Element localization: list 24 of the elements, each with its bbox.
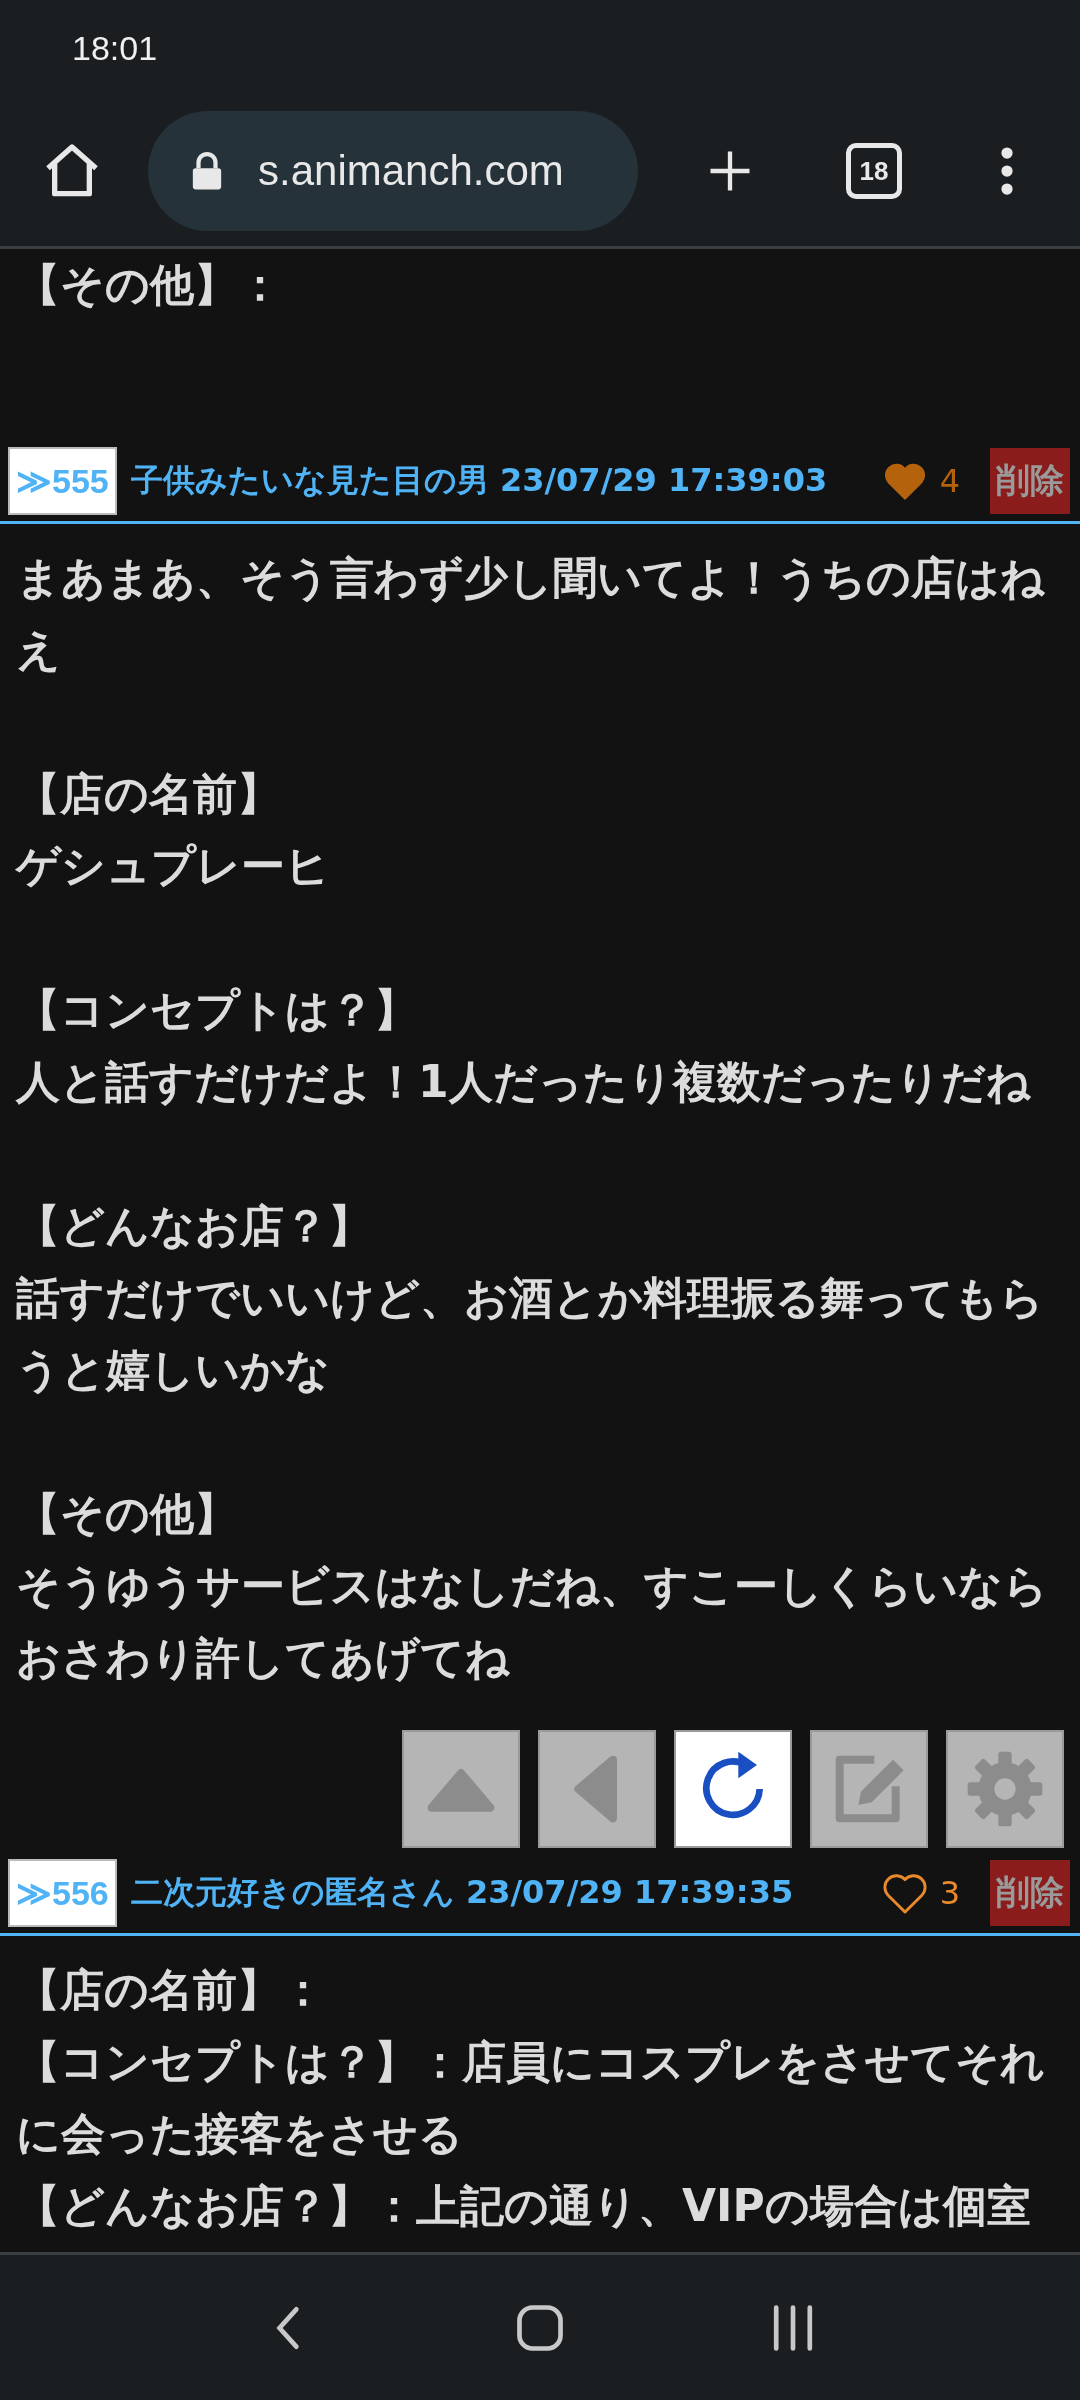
address-bar[interactable]: s.animanch.com bbox=[148, 111, 638, 231]
post-text: 人と話すだけだよ！1人だったり複数だったりだね bbox=[14, 1054, 1032, 1109]
post-text: 【コンセプトは？】 bbox=[15, 982, 419, 1037]
post-text: 【その他】 bbox=[15, 1486, 239, 1541]
status-time: 18:01 bbox=[72, 28, 158, 68]
post-text: 【どんなお店？】：上記の通り、VIPの場合は個室 bbox=[15, 2179, 1032, 2233]
post-text: 【どんなお店？】 bbox=[15, 1198, 373, 1253]
post-author-date: 二次元好きの匿名さん 23/07/29 17:39:35 bbox=[130, 1872, 794, 1914]
like-count: 3 bbox=[939, 1874, 960, 1913]
post-text: まあまあ、そう言わず少し聞いてよ！うちの店はねえ bbox=[15, 550, 1046, 677]
post-text: 【店の名前】： bbox=[15, 1963, 326, 2017]
delete-button[interactable]: 削除 bbox=[990, 1860, 1070, 1927]
delete-button[interactable]: 削除 bbox=[990, 447, 1070, 514]
post-text: 【その他】： bbox=[15, 258, 283, 312]
post-text: 【店の名前】 bbox=[15, 766, 282, 821]
post-author-date: 子供みたいな見た目の男 23/07/29 17:39:03 bbox=[130, 459, 828, 501]
post-text: 話すだけでいいけど、お酒とか料理振る舞ってもらうと嬉しいかな bbox=[15, 1270, 1045, 1397]
reply-number-link[interactable]: ≫555 bbox=[8, 446, 117, 515]
post-text: そうゆうサービスはなしだね、すこーしくらいならおさわり許してあげてね bbox=[15, 1558, 1049, 1685]
post-text: 【コンセプトは？】：店員にコスプレをさせてそれに会った接客をさせる bbox=[15, 2035, 1046, 2161]
like-count: 4 bbox=[939, 461, 960, 500]
reply-number-link[interactable]: ≫556 bbox=[8, 1859, 117, 1928]
post-text: ゲシュプレーヒ bbox=[14, 838, 331, 893]
tab-count-button[interactable]: 18 bbox=[846, 143, 902, 199]
